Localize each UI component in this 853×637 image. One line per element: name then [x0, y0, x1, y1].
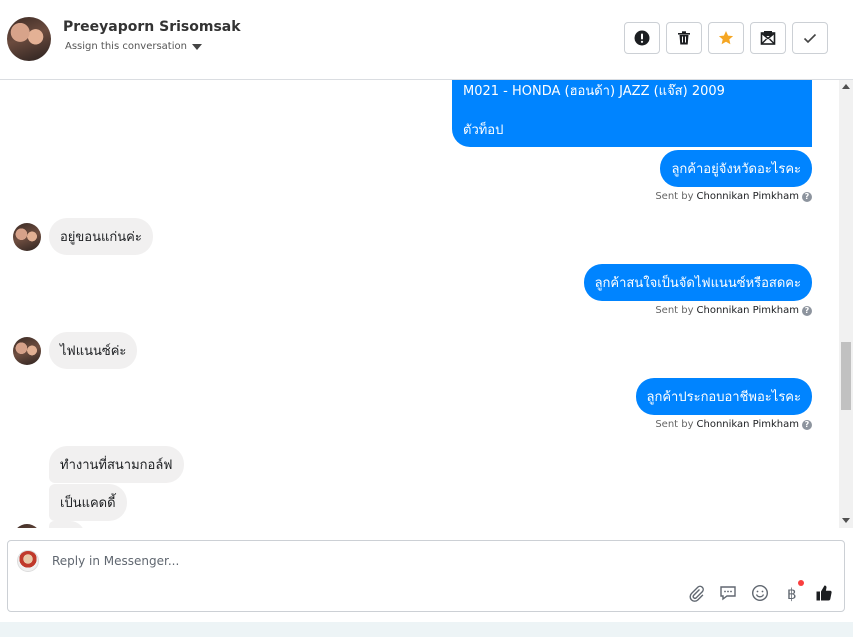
- notification-dot: [798, 580, 804, 586]
- assign-conversation-dropdown[interactable]: Assign this conversation: [65, 41, 202, 52]
- message-thread[interactable]: M021 - HONDA (ฮอนด้า) JAZZ (แจ๊ส) 2009 ต…: [0, 80, 839, 528]
- paperclip-icon: [689, 585, 704, 602]
- help-icon[interactable]: ?: [802, 305, 812, 316]
- conversation-header: Preeyaporn Srisomsak Assign this convers…: [0, 0, 853, 80]
- outgoing-message-finance-question: ลูกค้าสนใจเป็นจัดไฟแนนซ์หรือสดคะ: [583, 264, 812, 301]
- mark-done-button[interactable]: [792, 22, 828, 54]
- assign-label: Assign this conversation: [65, 41, 187, 52]
- sent-by-label: Sent by Chonnikan Pimkham ?: [655, 191, 812, 202]
- delete-button[interactable]: [666, 22, 702, 54]
- contact-avatar-small: [13, 223, 41, 251]
- scroll-down-arrow-icon[interactable]: [842, 518, 850, 523]
- checkmark-icon: [803, 33, 817, 44]
- help-icon[interactable]: ?: [802, 191, 812, 202]
- sent-by-prefix: Sent by: [655, 419, 694, 430]
- like-button[interactable]: [814, 583, 834, 603]
- page-avatar: [17, 550, 39, 572]
- sent-by-prefix: Sent by: [655, 305, 694, 316]
- car-trim-line: ตัวท็อป: [463, 123, 504, 138]
- trash-icon: [678, 31, 690, 45]
- composer-tools: ฿: [686, 580, 834, 603]
- agent-name: Chonnikan Pimkham: [696, 419, 799, 430]
- bottom-panel-edge: [0, 622, 853, 637]
- outgoing-message-province: ลูกค้าอยู่จังหวัดอะไรคะ: [660, 150, 812, 187]
- scroll-up-arrow-icon[interactable]: [842, 84, 850, 89]
- chat-template-icon: [720, 586, 736, 601]
- sent-by-label: Sent by Chonnikan Pimkham ?: [655, 419, 812, 430]
- outgoing-message-car-model: M021 - HONDA (ฮอนด้า) JAZZ (แจ๊ส) 2009 ต…: [452, 80, 812, 147]
- scroll-thumb[interactable]: [841, 342, 851, 410]
- contact-avatar-small: [13, 337, 41, 365]
- conversation-actions: [624, 22, 828, 54]
- payment-button[interactable]: ฿: [782, 580, 804, 603]
- incoming-message-caddy: เป็นแคดดี้: [49, 484, 127, 521]
- attach-button[interactable]: [686, 583, 706, 603]
- baht-payment-icon: ฿: [787, 585, 797, 602]
- saved-replies-button[interactable]: [718, 583, 738, 603]
- caret-down-icon: [191, 43, 202, 50]
- svg-text:฿: ฿: [787, 585, 797, 602]
- sent-by-label: Sent by Chonnikan Pimkham ?: [655, 305, 812, 316]
- envelope-icon: [760, 31, 776, 45]
- star-button[interactable]: [708, 22, 744, 54]
- incoming-message-partial: [49, 521, 85, 528]
- incoming-message-khon-kaen: อยู่ขอนแก่นค่ะ: [49, 218, 153, 255]
- exclamation-circle-icon: [634, 30, 650, 46]
- mark-unread-button[interactable]: [750, 22, 786, 54]
- thread-scrollbar[interactable]: [839, 80, 853, 528]
- sent-by-prefix: Sent by: [655, 191, 694, 202]
- car-model-line: M021 - HONDA (ฮอนด้า) JAZZ (แจ๊ส) 2009: [463, 84, 725, 99]
- thumbs-up-icon: [816, 585, 832, 601]
- reply-input[interactable]: [52, 551, 652, 571]
- outgoing-message-occupation: ลูกค้าประกอบอาชีพอะไรคะ: [635, 378, 812, 415]
- emoji-icon: [751, 584, 769, 602]
- agent-name: Chonnikan Pimkham: [696, 191, 799, 202]
- contact-avatar-small: [13, 524, 41, 528]
- star-icon: [718, 31, 734, 45]
- emoji-button[interactable]: [750, 583, 770, 603]
- reply-composer: ฿: [7, 540, 845, 612]
- agent-name: Chonnikan Pimkham: [696, 305, 799, 316]
- help-icon[interactable]: ?: [802, 419, 812, 430]
- contact-name: Preeyaporn Srisomsak: [63, 19, 241, 35]
- contact-avatar: [7, 17, 51, 61]
- mark-spam-button[interactable]: [624, 22, 660, 54]
- incoming-message-finance: ไฟแนนซ์ค่ะ: [49, 332, 138, 369]
- incoming-message-golf: ทำงานที่สนามกอล์ฟ: [49, 446, 184, 483]
